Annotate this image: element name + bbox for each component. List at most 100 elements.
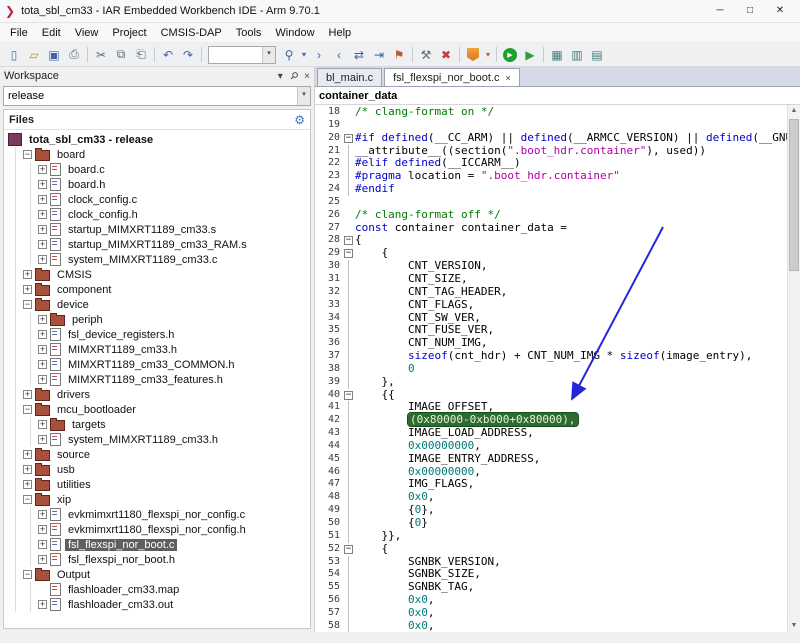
tree-item-flashloader-cm33-map[interactable]: flashloader_cm33.map bbox=[4, 582, 310, 597]
tree-item-targets[interactable]: + targets bbox=[4, 417, 310, 432]
expand-icon[interactable]: + bbox=[38, 435, 47, 444]
tree-item-output[interactable]: − Output bbox=[4, 567, 310, 582]
expand-icon[interactable]: + bbox=[38, 525, 47, 534]
find-icon[interactable]: ⚲ bbox=[279, 45, 299, 64]
open-file-icon[interactable]: ▱ bbox=[24, 45, 44, 64]
new-document-icon[interactable]: ▯ bbox=[4, 45, 24, 64]
cut-icon[interactable]: ✂ bbox=[91, 45, 111, 64]
tree-item-fsl-flexspi-nor-boot-c[interactable]: + fsl_flexspi_nor_boot.c bbox=[4, 537, 310, 552]
expand-icon[interactable]: + bbox=[38, 165, 47, 174]
paste-icon[interactable]: ⎗ bbox=[131, 45, 151, 64]
tab-close-icon[interactable]: × bbox=[505, 73, 510, 83]
expand-icon[interactable]: + bbox=[23, 465, 32, 474]
tree-item-periph[interactable]: + periph bbox=[4, 312, 310, 327]
code-lines[interactable]: 18/* clang-format on */19 20− #if defined(… bbox=[315, 105, 800, 632]
panel-close-icon[interactable]: × bbox=[304, 71, 310, 82]
minimize-icon[interactable]: ─ bbox=[705, 1, 735, 21]
scroll-down-icon[interactable]: ▼ bbox=[788, 620, 800, 632]
tree-item-tota-sbl-cm33-release[interactable]: tota_sbl_cm33 - release bbox=[4, 132, 310, 147]
expand-icon[interactable]: + bbox=[38, 420, 47, 429]
tree-item-system-mimxrt1189-cm33-h[interactable]: + system_MIMXRT1189_cm33.h bbox=[4, 432, 310, 447]
bookmark-icon[interactable]: ⚑ bbox=[389, 45, 409, 64]
tree-item-mimxrt1189-cm33-common-h[interactable]: + MIMXRT1189_cm33_COMMON.h bbox=[4, 357, 310, 372]
tree-item-xip[interactable]: − xip bbox=[4, 492, 310, 507]
expand-icon[interactable]: + bbox=[38, 375, 47, 384]
scroll-up-icon[interactable]: ▲ bbox=[788, 105, 800, 117]
expand-icon[interactable]: + bbox=[38, 195, 47, 204]
expand-icon[interactable]: + bbox=[38, 315, 47, 324]
fold-collapse-icon[interactable]: − bbox=[344, 544, 353, 554]
tree-item-startup-mimxrt1189-cm33-s[interactable]: + startup_MIMXRT1189_cm33.s bbox=[4, 222, 310, 237]
tree-item-mimxrt1189-cm33-h[interactable]: + MIMXRT1189_cm33.h bbox=[4, 342, 310, 357]
menu-item-tools[interactable]: Tools bbox=[229, 25, 269, 41]
expand-icon[interactable]: + bbox=[38, 345, 47, 354]
tree-item-usb[interactable]: + usb bbox=[4, 462, 310, 477]
collapse-icon[interactable]: − bbox=[23, 300, 32, 309]
code-line-24[interactable]: 24 #endif bbox=[315, 182, 788, 196]
close-icon[interactable]: ✕ bbox=[765, 1, 795, 21]
expand-icon[interactable]: + bbox=[38, 255, 47, 264]
menu-item-cmsis-dap[interactable]: CMSIS-DAP bbox=[154, 25, 229, 41]
tree-item-board-c[interactable]: + board.c bbox=[4, 162, 310, 177]
expand-icon[interactable]: + bbox=[38, 600, 47, 609]
menu-item-view[interactable]: View bbox=[68, 25, 106, 41]
find-dropdown-icon[interactable]: ▾ bbox=[299, 45, 309, 64]
tree-item-device[interactable]: − device bbox=[4, 297, 310, 312]
collapse-icon[interactable]: − bbox=[23, 495, 32, 504]
expand-icon[interactable]: + bbox=[23, 480, 32, 489]
find-previous-icon[interactable]: ‹ bbox=[329, 45, 349, 64]
save-icon[interactable]: ▣ bbox=[44, 45, 64, 64]
context-bar[interactable]: container_data bbox=[315, 87, 800, 105]
find-next-icon[interactable]: › bbox=[309, 45, 329, 64]
maximize-icon[interactable]: □ bbox=[735, 1, 765, 21]
collapse-icon[interactable]: − bbox=[23, 405, 32, 414]
menu-item-edit[interactable]: Edit bbox=[35, 25, 68, 41]
make-icon[interactable]: ⚒ bbox=[416, 45, 436, 64]
expand-icon[interactable]: + bbox=[38, 360, 47, 369]
tree-item-clock-config-h[interactable]: + clock_config.h bbox=[4, 207, 310, 222]
expand-icon[interactable]: + bbox=[38, 330, 47, 339]
registers-window-icon[interactable]: ▥ bbox=[567, 45, 587, 64]
collapse-icon[interactable]: − bbox=[23, 150, 32, 159]
fold-collapse-icon[interactable]: − bbox=[344, 236, 353, 246]
tree-item-component[interactable]: + component bbox=[4, 282, 310, 297]
tree-item-system-mimxrt1189-cm33-c[interactable]: + system_MIMXRT1189_cm33.c bbox=[4, 252, 310, 267]
tree-item-flashloader-cm33-out[interactable]: + flashloader_cm33.out bbox=[4, 597, 310, 612]
download-dropdown-icon[interactable]: ▾ bbox=[483, 45, 493, 64]
window-titlebar[interactable]: ❯ tota_sbl_cm33 - IAR Embedded Workbench… bbox=[0, 0, 800, 23]
scrollbar-thumb[interactable] bbox=[789, 119, 799, 271]
tree-item-fsl-flexspi-nor-boot-h[interactable]: + fsl_flexspi_nor_boot.h bbox=[4, 552, 310, 567]
download-icon[interactable] bbox=[463, 45, 483, 64]
tree-item-startup-mimxrt1189-cm33-ram-s[interactable]: + startup_MIMXRT1189_cm33_RAM.s bbox=[4, 237, 310, 252]
tree-item-drivers[interactable]: + drivers bbox=[4, 387, 310, 402]
expand-icon[interactable]: + bbox=[38, 180, 47, 189]
code-line-58[interactable]: 58 0x0, bbox=[315, 619, 788, 632]
tree-item-board-h[interactable]: + board.h bbox=[4, 177, 310, 192]
tree-item-cmsis[interactable]: + CMSIS bbox=[4, 267, 310, 282]
print-icon[interactable]: ⎙ bbox=[64, 45, 84, 64]
tree-item-fsl-device-registers-h[interactable]: + fsl_device_registers.h bbox=[4, 327, 310, 342]
fold-collapse-icon[interactable]: − bbox=[344, 133, 353, 143]
cspy-windows-icon[interactable]: ▦ bbox=[547, 45, 567, 64]
debug-without-downloading-icon[interactable]: ▶ bbox=[520, 45, 540, 64]
stop-build-icon[interactable]: ✖ bbox=[436, 45, 456, 64]
undo-icon[interactable]: ↶ bbox=[158, 45, 178, 64]
gear-icon[interactable]: ⚙ bbox=[294, 113, 305, 127]
menu-item-window[interactable]: Window bbox=[268, 25, 321, 41]
download-and-debug-icon[interactable]: ▶ bbox=[500, 45, 520, 64]
expand-icon[interactable]: + bbox=[38, 240, 47, 249]
tree-item-clock-config-c[interactable]: + clock_config.c bbox=[4, 192, 310, 207]
expand-icon[interactable]: + bbox=[23, 450, 32, 459]
tree-item-board[interactable]: − board bbox=[4, 147, 310, 162]
expand-icon[interactable]: + bbox=[23, 270, 32, 279]
fold-collapse-icon[interactable]: − bbox=[344, 390, 353, 400]
chevron-down-icon[interactable]: ▾ bbox=[262, 46, 275, 63]
menu-item-file[interactable]: File bbox=[3, 25, 35, 41]
toolbar-search-input[interactable] bbox=[209, 46, 262, 63]
expand-icon[interactable]: + bbox=[38, 540, 47, 549]
tab-bl-main[interactable]: bl_main.c bbox=[317, 68, 383, 86]
expand-icon[interactable]: + bbox=[23, 285, 32, 294]
editor-vertical-scrollbar[interactable]: ▲ ▼ bbox=[787, 105, 800, 632]
tab-fsl-flexspi-nor-boot[interactable]: fsl_flexspi_nor_boot.c × bbox=[384, 68, 520, 86]
configuration-selector[interactable]: release ▾ bbox=[3, 86, 311, 106]
